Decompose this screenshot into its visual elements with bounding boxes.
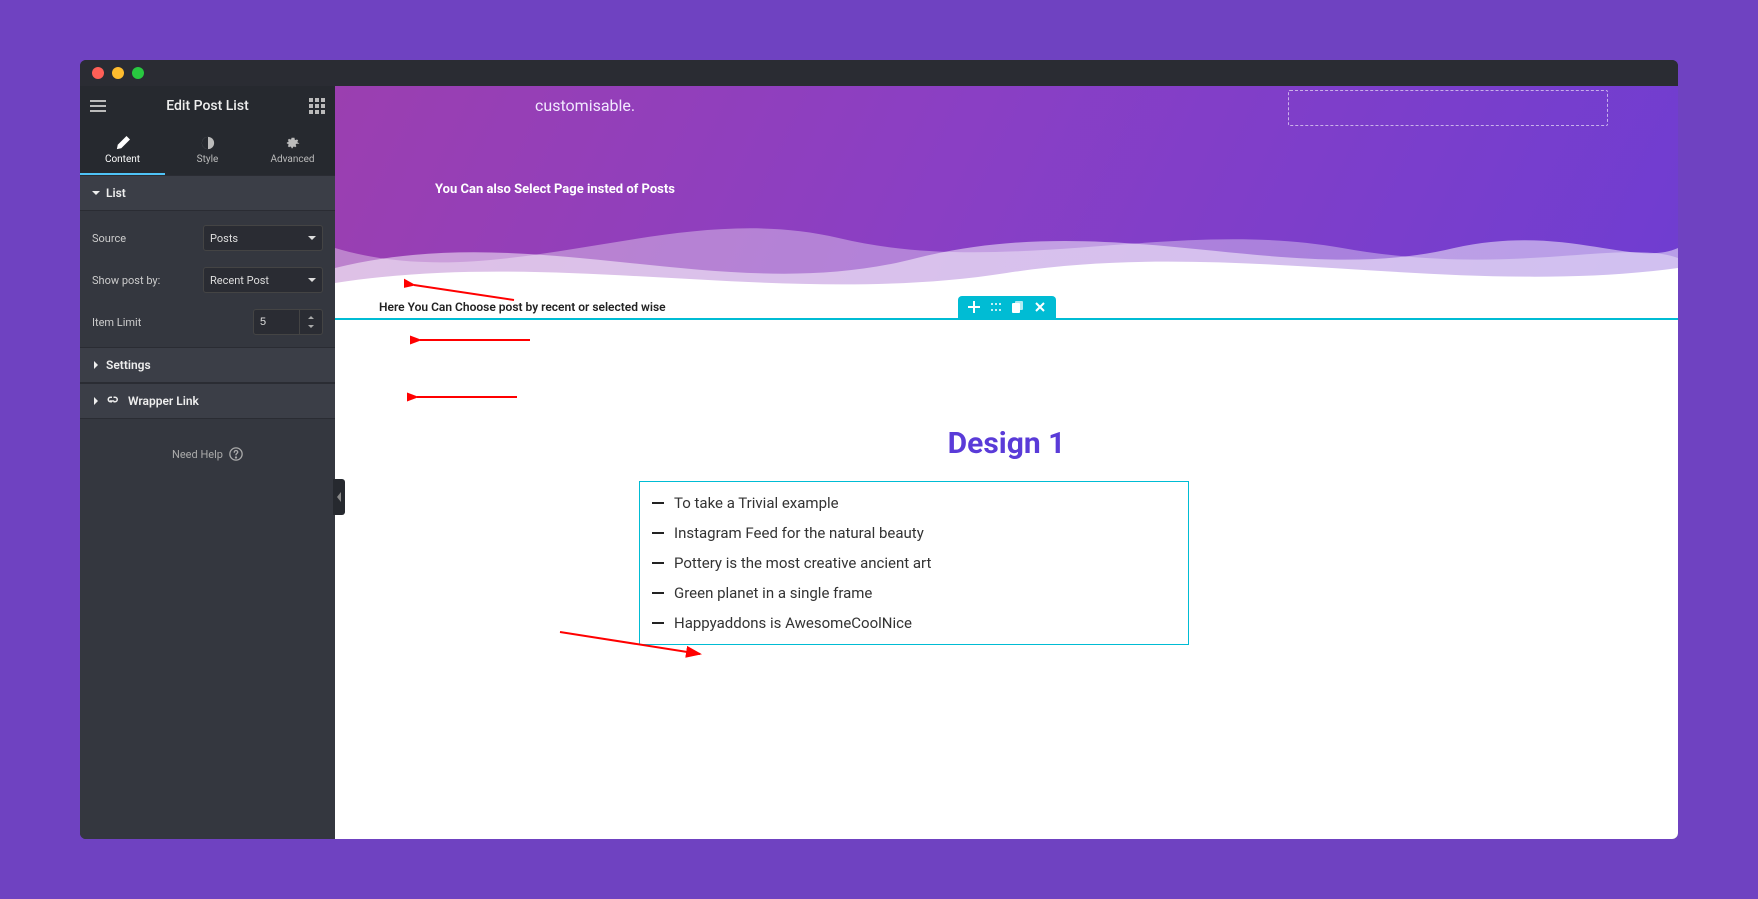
chevron-down-icon [308, 276, 316, 284]
list-item[interactable]: To take a Trivial example [640, 488, 1188, 518]
tab-label: Content [105, 154, 140, 165]
preview-canvas[interactable]: customisable. You Can also Select Page i… [335, 86, 1678, 839]
post-title: Pottery is the most creative ancient art [674, 554, 931, 572]
bullet-icon [652, 532, 664, 534]
section-wrapper-header[interactable]: Wrapper Link [80, 383, 335, 419]
edit-section-button[interactable] [990, 301, 1002, 313]
post-list-widget[interactable]: To take a Trivial example Instagram Feed… [639, 481, 1189, 645]
bullet-icon [652, 622, 664, 624]
window-titlebar [80, 60, 1678, 86]
limit-row: Item Limit [92, 301, 323, 343]
caret-right-icon [92, 397, 100, 405]
source-select[interactable]: Posts [203, 225, 323, 251]
canvas-hint: Here You Can Choose post by recent or se… [379, 300, 666, 314]
tab-advanced[interactable]: Advanced [250, 126, 335, 175]
list-item[interactable]: Pottery is the most creative ancient art [640, 548, 1188, 578]
section-title: List [106, 186, 126, 200]
source-label: Source [92, 232, 126, 245]
tab-style[interactable]: Style [165, 126, 250, 175]
minimize-window-button[interactable] [112, 67, 124, 79]
hero-subtitle: customisable. [535, 96, 635, 115]
caret-right-icon [92, 361, 100, 369]
browser-window: Edit Post List Content Style Advanced [80, 60, 1678, 839]
limit-label: Item Limit [92, 316, 141, 329]
limit-input[interactable] [253, 309, 299, 335]
list-controls: Source Posts Show post by: Recent Post [80, 211, 335, 347]
sidebar-collapse-handle[interactable] [333, 479, 345, 515]
bullet-icon [652, 562, 664, 564]
list-item[interactable]: Green planet in a single frame [640, 578, 1188, 608]
style-icon [201, 136, 215, 150]
post-title: Happyaddons is AwesomeCoolNice [674, 614, 912, 632]
section-settings-header[interactable]: Settings [80, 347, 335, 383]
duplicate-section-button[interactable] [1012, 301, 1024, 313]
bullet-icon [652, 502, 664, 504]
showby-value: Recent Post [210, 274, 269, 287]
bullet-icon [652, 592, 664, 594]
help-icon [229, 447, 243, 461]
sidebar-tabs: Content Style Advanced [80, 126, 335, 175]
help-text: Need Help [172, 448, 223, 461]
section-list-header[interactable]: List [80, 175, 335, 211]
maximize-window-button[interactable] [132, 67, 144, 79]
showby-select[interactable]: Recent Post [203, 267, 323, 293]
post-title: To take a Trivial example [674, 494, 839, 512]
tab-content[interactable]: Content [80, 126, 165, 175]
editor-sidebar: Edit Post List Content Style Advanced [80, 86, 335, 839]
section-divider [335, 318, 1678, 320]
help-link[interactable]: Need Help [80, 419, 335, 489]
empty-widget-placeholder[interactable] [1288, 90, 1608, 126]
link-icon [106, 395, 118, 407]
widgets-grid-icon[interactable] [309, 98, 325, 114]
app-body: Edit Post List Content Style Advanced [80, 86, 1678, 839]
chevron-left-icon [336, 492, 342, 502]
menu-icon[interactable] [90, 98, 106, 114]
showby-label: Show post by: [92, 274, 160, 287]
showby-row: Show post by: Recent Post [92, 259, 323, 301]
add-section-button[interactable] [968, 301, 980, 313]
stepper-icon [306, 316, 316, 328]
wave-divider [335, 188, 1678, 308]
delete-section-button[interactable] [1034, 301, 1046, 313]
design-title: Design 1 [948, 426, 1066, 461]
source-row: Source Posts [92, 217, 323, 259]
section-title: Wrapper Link [128, 394, 199, 408]
tab-label: Style [197, 154, 219, 165]
panel-title: Edit Post List [106, 98, 309, 114]
caret-down-icon [92, 189, 100, 197]
limit-stepper[interactable] [299, 309, 323, 335]
chevron-down-icon [308, 234, 316, 242]
close-window-button[interactable] [92, 67, 104, 79]
gear-icon [286, 136, 300, 150]
post-title: Instagram Feed for the natural beauty [674, 524, 924, 542]
pencil-icon [116, 136, 130, 150]
section-edit-toolbar [958, 296, 1056, 318]
sidebar-header: Edit Post List [80, 86, 335, 126]
hero-section: customisable. You Can also Select Page i… [335, 86, 1678, 306]
post-title: Green planet in a single frame [674, 584, 872, 602]
list-item[interactable]: Happyaddons is AwesomeCoolNice [640, 608, 1188, 638]
tab-label: Advanced [270, 154, 314, 165]
section-title: Settings [106, 358, 151, 372]
list-item[interactable]: Instagram Feed for the natural beauty [640, 518, 1188, 548]
source-value: Posts [210, 232, 238, 245]
